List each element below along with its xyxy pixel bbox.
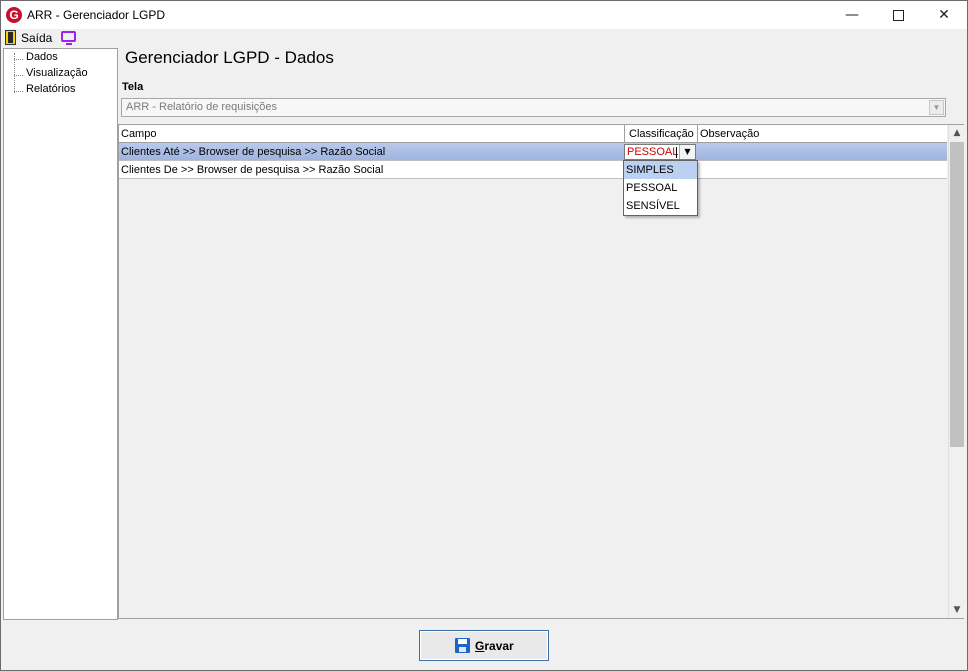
minimize-button[interactable]: — (829, 1, 875, 29)
footer: Gravar (1, 621, 967, 670)
column-header-classificacao[interactable]: Classificação (625, 125, 698, 143)
save-label-rest: ravar (484, 639, 514, 653)
table-row[interactable]: Clientes De >> Browser de pesquisa >> Ra… (119, 161, 947, 179)
tela-label: Tela (122, 81, 144, 93)
dropdown-option-sensivel[interactable]: SENSÍVEL (624, 197, 697, 215)
dropdown-option-pessoal[interactable]: PESSOAL (624, 179, 697, 197)
vertical-scrollbar[interactable]: ▲ ▼ (948, 125, 964, 618)
save-button[interactable]: Gravar (419, 630, 549, 661)
tree-item-visualizacao[interactable]: Visualização (14, 67, 88, 83)
exit-menu-item[interactable]: Saída (21, 31, 52, 45)
chevron-down-icon[interactable]: ▼ (929, 100, 944, 115)
text-caret (676, 147, 677, 158)
tela-select[interactable]: ARR - Relatório de requisições ▼ (121, 98, 946, 117)
row-campo: Clientes De >> Browser de pesquisa >> Ra… (121, 164, 384, 176)
window-title: ARR - Gerenciador LGPD (27, 8, 166, 22)
scroll-down-icon[interactable]: ▼ (949, 602, 965, 618)
menu-bar: Saída (1, 29, 967, 47)
chevron-down-icon[interactable]: ▼ (679, 145, 695, 159)
maximize-button[interactable] (875, 1, 921, 29)
page-title: Gerenciador LGPD - Dados (125, 48, 334, 67)
tela-select-value: ARR - Relatório de requisições (126, 101, 278, 113)
tree-item-dados[interactable]: Dados (14, 51, 58, 67)
dropdown-option-simples[interactable]: SIMPLES (624, 161, 697, 179)
app-logo-icon: G (6, 7, 22, 23)
scroll-up-icon[interactable]: ▲ (949, 125, 965, 141)
tree-item-relatorios[interactable]: Relatórios (14, 83, 76, 99)
exit-door-icon[interactable] (5, 30, 16, 45)
close-button[interactable]: ✕ (921, 1, 967, 29)
navigation-tree: Dados Visualização Relatórios (3, 48, 118, 620)
column-header-campo[interactable]: Campo (119, 125, 625, 143)
row-observacao[interactable] (698, 143, 947, 161)
app-window: G ARR - Gerenciador LGPD — ✕ Saída Dados… (0, 0, 968, 671)
row-observacao[interactable] (698, 161, 947, 179)
scrollbar-thumb[interactable] (950, 142, 964, 447)
classification-value: PESSOAL (627, 146, 679, 158)
save-button-label: Gravar (475, 639, 514, 653)
table-row[interactable]: Clientes Até >> Browser de pesquisa >> R… (119, 143, 947, 161)
column-header-observacao[interactable]: Observação (698, 125, 947, 143)
title-bar: G ARR - Gerenciador LGPD — ✕ (1, 1, 967, 29)
classification-dropdown: SIMPLES PESSOAL SENSÍVEL (623, 160, 698, 216)
classification-editor[interactable]: PESSOAL ▼ (624, 144, 696, 160)
maximize-icon (892, 9, 904, 21)
floppy-disk-icon (455, 638, 470, 653)
row-campo: Clientes Até >> Browser de pesquisa >> R… (121, 146, 386, 158)
save-accelerator-letter: G (475, 639, 485, 653)
grid-header: Campo Classificação Observação (119, 125, 947, 143)
fields-grid: Campo Classificação Observação Clientes … (118, 124, 964, 619)
monitor-icon[interactable] (61, 31, 76, 45)
